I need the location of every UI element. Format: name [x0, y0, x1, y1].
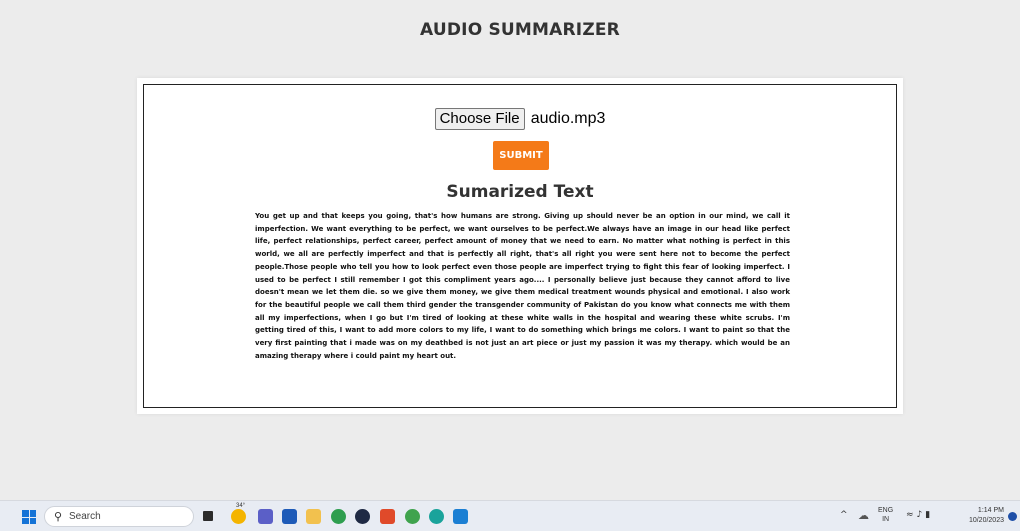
language-code: ENG — [878, 507, 894, 514]
summarizer-card: Choose File audio.mp3 SUBMIT Sumarized T… — [137, 78, 903, 414]
show-hidden-icons-chevron-icon[interactable]: ^ — [840, 510, 848, 520]
language-region: IN — [882, 516, 890, 523]
choose-file-button[interactable]: Choose File — [434, 108, 525, 130]
wifi-volume-battery-icon[interactable]: ≈♪▮ — [906, 510, 933, 520]
chrome-icon[interactable] — [331, 509, 346, 524]
file-explorer-icon[interactable] — [306, 509, 321, 524]
brave-icon[interactable] — [380, 509, 395, 524]
edge-icon[interactable] — [405, 509, 420, 524]
weather-icon[interactable] — [231, 509, 246, 524]
selected-file-name: audio.mp3 — [530, 110, 606, 127]
summary-text: You get up and that keeps you going, tha… — [255, 212, 790, 360]
language-indicator[interactable]: ENG IN — [878, 506, 893, 524]
clock-date: 10/20/2023 — [968, 517, 1004, 524]
file-upload-row: Choose File audio.mp3 — [144, 108, 896, 130]
taskbar-search-box[interactable]: ⚲ Search — [44, 506, 194, 527]
page-title: AUDIO SUMMARIZER — [420, 20, 620, 40]
submit-button[interactable]: SUBMIT — [493, 141, 549, 170]
media-icon[interactable] — [355, 509, 370, 524]
summary-heading: Sumarized Text — [446, 182, 594, 202]
task-view-icon[interactable] — [203, 511, 213, 521]
notification-badge-icon[interactable] — [1008, 512, 1017, 521]
app-page: AUDIO SUMMARIZER Choose File audio.mp3 S… — [0, 0, 1020, 500]
start-icon[interactable] — [22, 510, 36, 524]
clock-time: 1:14 PM — [977, 507, 1004, 514]
browser-icon[interactable] — [429, 509, 444, 524]
store-icon[interactable] — [282, 509, 297, 524]
weather-temp: 34° — [236, 503, 246, 509]
summarizer-panel: Choose File audio.mp3 SUBMIT Sumarized T… — [143, 84, 897, 408]
taskbar-search-label: Search — [69, 511, 101, 522]
chat-icon[interactable] — [258, 509, 273, 524]
windows-taskbar: ⚲ Search 34° ^ ☁ ENG IN ≈♪▮ 1:14 PM 10/2… — [0, 500, 1020, 531]
cloud-icon[interactable]: ☁ — [858, 509, 869, 522]
system-clock[interactable]: 1:14 PM 10/20/2023 — [960, 506, 1004, 526]
vscode-icon[interactable] — [453, 509, 468, 524]
search-icon: ⚲ — [54, 510, 63, 523]
